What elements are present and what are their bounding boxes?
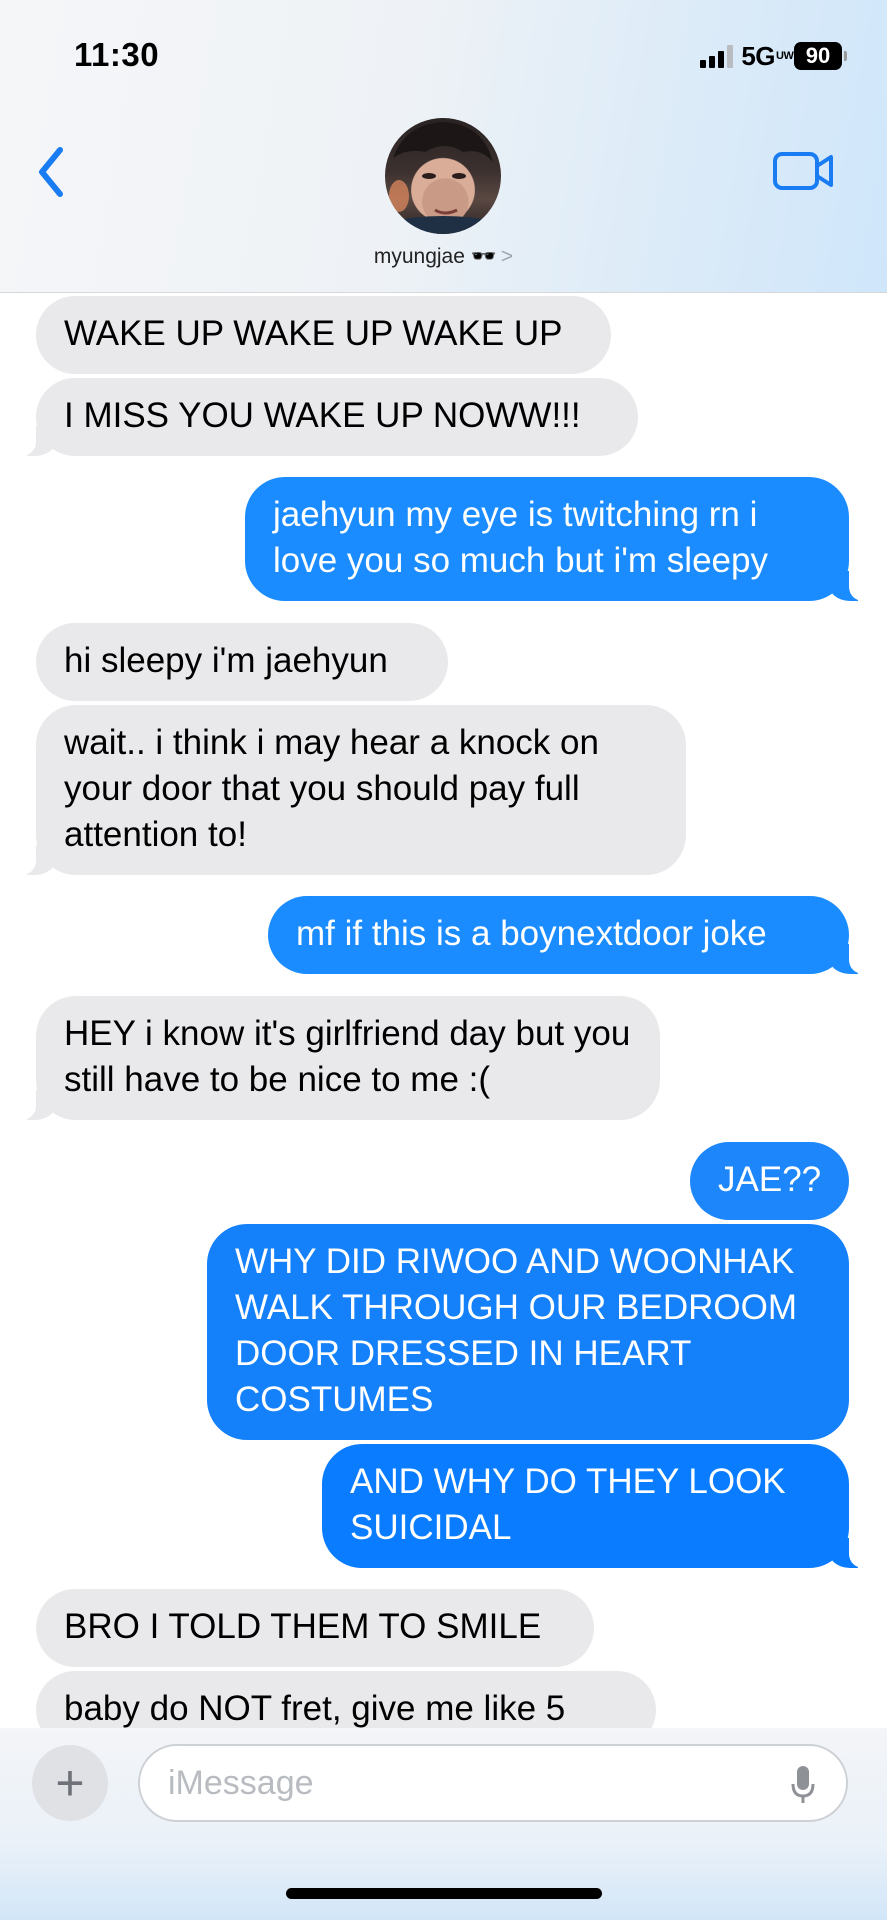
network-label: 5G bbox=[741, 40, 775, 71]
network-badge: UW bbox=[776, 49, 794, 62]
message-bubble-received[interactable]: wait.. i think i may hear a knock on you… bbox=[14, 705, 686, 875]
message-bubble-sent[interactable]: mf if this is a boynextdoor joke bbox=[268, 896, 871, 974]
message-bubble-sent[interactable]: JAE?? bbox=[690, 1142, 849, 1220]
contact-name-row[interactable]: myungjae 🕶️ > bbox=[0, 245, 887, 269]
chevron-left-icon bbox=[39, 147, 63, 197]
status-indicators: 5G UW 90 bbox=[700, 40, 847, 72]
message-bubble-received[interactable]: BRO I TOLD THEM TO SMILE bbox=[36, 1589, 594, 1667]
microphone-icon[interactable] bbox=[790, 1764, 816, 1806]
imessage-input-field[interactable] bbox=[138, 1744, 848, 1822]
message-text-input[interactable] bbox=[166, 1762, 730, 1804]
message-bubble-received[interactable]: WAKE UP WAKE UP WAKE UP bbox=[36, 296, 611, 374]
conversation-header: 11:30 5G UW 90 myungjae 🕶️ > bbox=[0, 0, 887, 293]
contact-name: myungjae 🕶️ bbox=[373, 245, 497, 268]
message-bubble-received[interactable]: I MISS YOU WAKE UP NOWW!!! bbox=[14, 378, 638, 456]
video-camera-icon bbox=[773, 152, 833, 190]
home-indicator[interactable] bbox=[286, 1888, 602, 1899]
message-bubble-sent[interactable]: jaehyun my eye is twitching rn i love yo… bbox=[245, 477, 871, 601]
network-type: 5G UW bbox=[741, 40, 794, 72]
cellular-signal-icon bbox=[700, 44, 734, 68]
status-time: 11:30 bbox=[74, 36, 160, 73]
battery-level: 90 bbox=[794, 42, 842, 70]
apps-plus-button[interactable]: + bbox=[32, 1745, 108, 1821]
chevron-right-icon: > bbox=[500, 245, 514, 268]
message-bubble-received[interactable]: hi sleepy i'm jaehyun bbox=[36, 623, 448, 701]
message-bubble-sent[interactable]: WHY DID RIWOO AND WOONHAK WALK THROUGH O… bbox=[207, 1224, 849, 1440]
message-bubble-received[interactable]: HEY i know it's girlfriend day but you s… bbox=[14, 996, 660, 1120]
facetime-video-button[interactable] bbox=[773, 150, 835, 192]
contact-avatar[interactable] bbox=[385, 118, 501, 234]
message-bubble-sent[interactable]: AND WHY DO THEY LOOK SUICIDAL bbox=[322, 1444, 871, 1568]
battery-icon: 90 bbox=[794, 42, 847, 70]
back-button[interactable] bbox=[32, 144, 72, 200]
